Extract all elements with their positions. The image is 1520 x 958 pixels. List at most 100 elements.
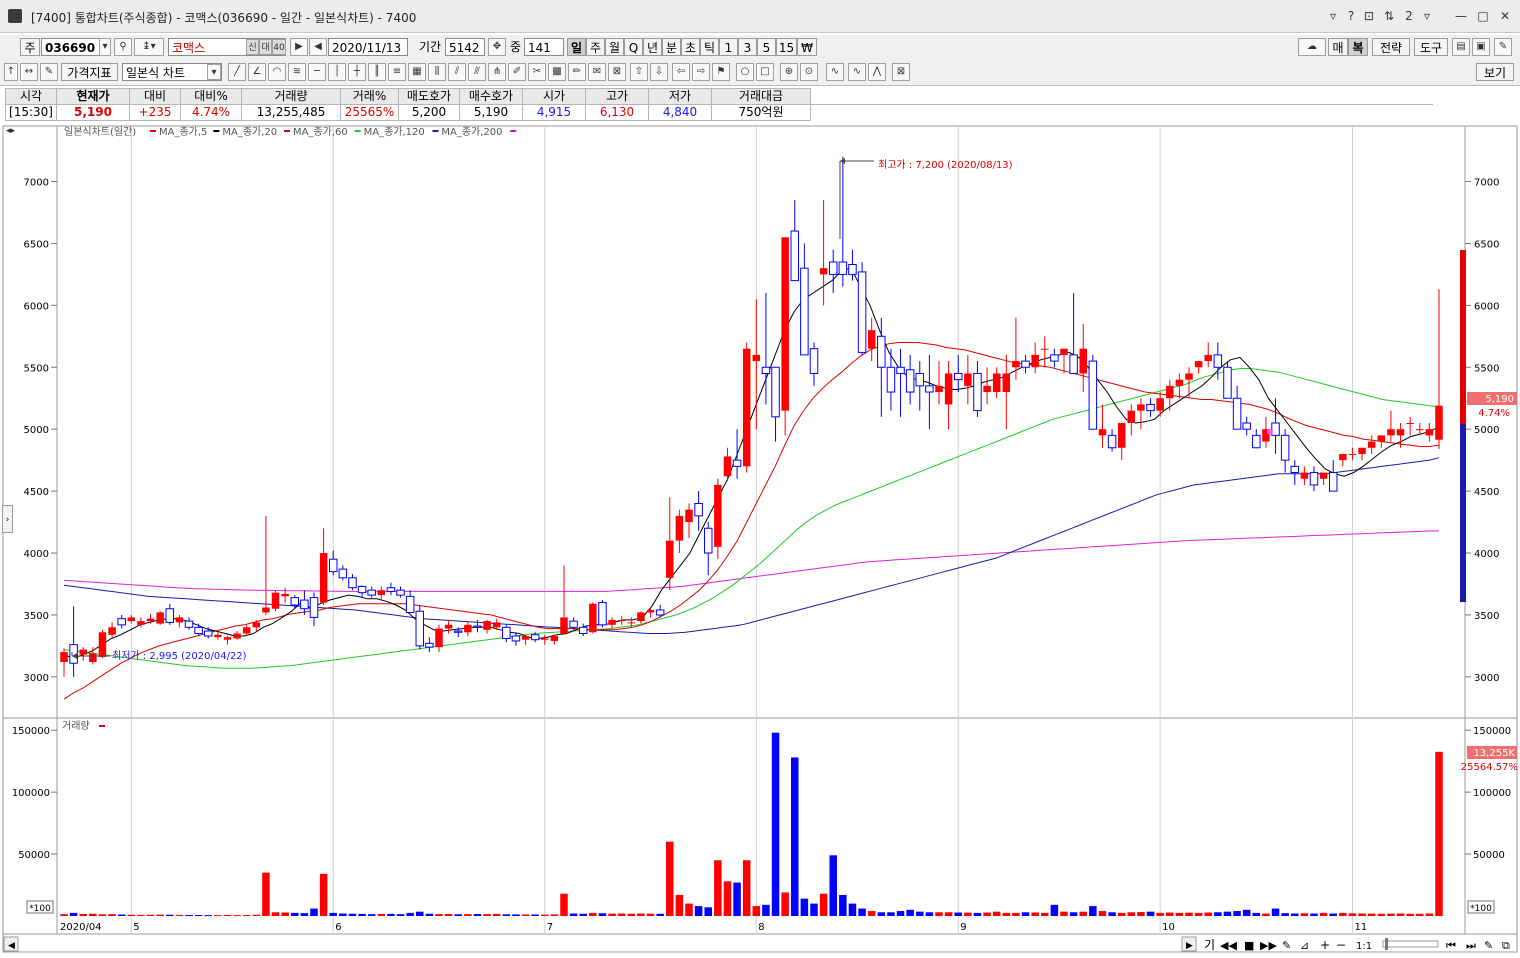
zoom-area-icon[interactable]: ⊿ [1300,939,1309,952]
timeframe-month[interactable]: 월 [605,38,624,56]
flag-icon[interactable]: ⚑ [712,63,730,81]
nav-start-icon[interactable]: 기 [1204,938,1215,952]
up-arrow-icon[interactable]: ↑ [4,63,18,81]
timeframe-minute[interactable]: 분 [662,38,681,56]
fast-forward-icon[interactable]: ▶▶ [1260,939,1277,952]
grid-lines-icon[interactable]: ║ [368,63,386,81]
next-arrow-icon[interactable]: ▶ [290,38,308,56]
chart-type-dropdown-icon[interactable]: ▾ [207,64,221,80]
cloud-icon[interactable]: ☁ [1298,38,1326,56]
first-page-icon[interactable]: ⏮ [1446,939,1456,952]
brush-icon[interactable]: ✏ [568,63,586,81]
arrow-down-icon[interactable]: ⇩ [650,63,668,81]
arrow-right-icon[interactable]: ⇨ [692,63,710,81]
pen-icon[interactable]: ✐ [508,63,526,81]
note-icon[interactable]: ✉ [588,63,606,81]
prev-arrow-icon[interactable]: ◀ [309,38,327,56]
search-icon[interactable]: ⚲ [114,38,132,56]
market-type-button[interactable]: 주 [20,38,40,56]
channel-icon[interactable]: ⫽ [448,63,466,81]
vline-icon[interactable]: │ [328,63,346,81]
arrow-left-icon[interactable]: ⇦ [672,63,690,81]
delete-tool-icon[interactable]: ✂ [528,63,546,81]
timeframe-tick[interactable]: 틱 [700,38,719,56]
zoom-icon[interactable]: ⊕ [780,63,798,81]
chart-style-icon[interactable]: ✎ [1282,939,1291,952]
trade-button[interactable]: 매 [1328,38,1348,56]
indicator-button[interactable]: 가격지표 [61,63,118,81]
side-panel-toggle[interactable]: › [2,505,13,533]
currency-button[interactable]: ₩ [797,38,817,56]
interval-5[interactable]: 5 [757,38,776,56]
remove-all-icon[interactable]: ⊠ [892,63,910,81]
interval-15[interactable]: 15 [776,38,797,56]
counter-icon[interactable]: 2 [1400,7,1418,25]
date-input[interactable]: 2020/11/13 [328,38,408,56]
square-icon[interactable]: □ [756,63,774,81]
timeframe-quarter[interactable]: Q [624,38,643,56]
color-icon[interactable]: ▩ [548,63,566,81]
cross-icon[interactable]: ┼ [348,63,366,81]
interval-1[interactable]: 1 [719,38,738,56]
sine-icon[interactable]: ∿ [848,63,866,81]
mountain-icon[interactable]: ⋀ [868,63,886,81]
chart-panel[interactable]: 3000 3000 3500 3500 4000 4000 4500 4500 5000 5000… [0,124,1520,955]
period-input[interactable]: 5142 [445,38,485,56]
edit-icon[interactable]: ✎ [40,63,58,81]
wave-icon[interactable]: ∿ [826,63,844,81]
candlestick-chart[interactable]: 3000 3000 3500 3500 4000 4000 4500 4500 5000 5000… [0,124,1520,955]
pitchfork-icon[interactable]: ⋔ [488,63,506,81]
last-page-icon[interactable]: ⏭ [1466,939,1476,952]
zoom-slider-handle[interactable] [1385,938,1388,950]
zoom-in-icon[interactable]: + [1320,938,1330,952]
trendline-icon[interactable]: ╱ [228,63,246,81]
sort-icon[interactable]: ↨▾ [134,38,164,56]
circle-icon[interactable]: ○ [736,63,754,81]
pan-icon[interactable]: ◂▸ [6,126,16,136]
angle-icon[interactable]: ∠ [248,63,266,81]
gann-icon[interactable]: ▦ [408,63,426,81]
code-dropdown-icon[interactable]: ▾ [99,38,111,56]
menu-icon[interactable]: ▿ [1418,7,1436,25]
cycle-icon[interactable]: ⫼ [428,63,446,81]
clear-icon[interactable]: ⊠ [608,63,626,81]
expand-icon[interactable]: ↔ [20,63,38,81]
strategy-button[interactable]: 전략 [1372,38,1410,56]
folder-icon[interactable]: ▤ [1452,38,1470,56]
timeframe-week[interactable]: 주 [586,38,605,56]
maximize-button[interactable]: □ [1474,7,1492,25]
parallel-icon[interactable]: ⫻ [468,63,486,81]
view-button[interactable]: 보기 [1476,63,1514,81]
timeframe-year[interactable]: 년 [643,38,662,56]
arc-icon[interactable]: ◠ [268,63,286,81]
link-icon[interactable]: ⇅ [1380,7,1398,25]
count-input[interactable]: 141 [524,38,564,56]
dropdown-icon[interactable]: ▿ [1324,7,1342,25]
save-icon[interactable]: ▣ [1472,38,1490,56]
rewind-icon[interactable]: ◀◀ [1220,939,1237,952]
fan-icon[interactable]: ≋ [288,63,306,81]
zoom-ratio[interactable]: 1:1 [1356,941,1372,952]
minimize-button[interactable]: — [1452,7,1470,25]
zoom-select-icon[interactable]: ⊙ [800,63,818,81]
timeframe-second[interactable]: 초 [681,38,700,56]
interval-3[interactable]: 3 [738,38,757,56]
help-icon[interactable]: ? [1342,7,1360,25]
multi-button[interactable]: 복 [1348,38,1368,56]
fibo-icon[interactable]: ≡ [388,63,406,81]
settings-icon[interactable]: ✎ [1494,38,1512,56]
close-button[interactable]: ✕ [1496,7,1514,25]
arrow-up-icon[interactable]: ⇧ [630,63,648,81]
screen-icon[interactable]: ⊡ [1360,7,1378,25]
timeframe-day[interactable]: 일 [567,38,586,56]
stop-icon[interactable]: ■ [1244,939,1254,952]
hline-icon[interactable]: ─ [308,63,326,81]
zoom-out-icon[interactable]: − [1336,938,1346,952]
edit-chart-icon[interactable]: ✎ [1484,939,1493,952]
candle-body [1309,472,1319,486]
zoom-slider[interactable] [1382,940,1439,948]
stock-code-input[interactable]: 036690 [41,38,101,56]
tools-button[interactable]: 도구 [1414,38,1448,56]
move-icon[interactable]: ✥ [488,38,506,56]
copy-chart-icon[interactable]: ⧉ [1502,939,1510,952]
